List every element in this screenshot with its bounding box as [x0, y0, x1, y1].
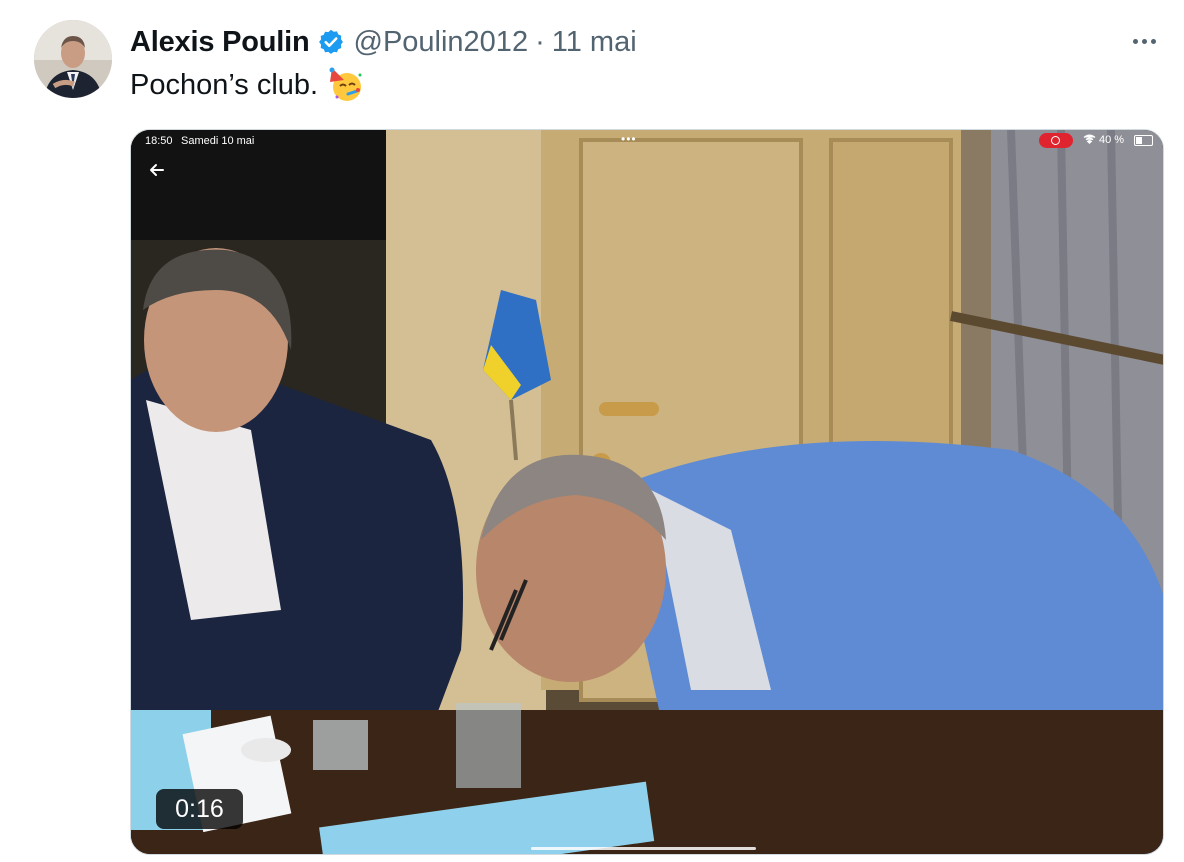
more-options-icon[interactable]	[1126, 26, 1162, 56]
status-date: Samedi 10 mai	[181, 135, 255, 147]
status-dots: •••	[621, 132, 637, 146]
back-arrow-icon	[147, 160, 167, 180]
tweet-card[interactable]: Alexis Poulin @Poulin2012 · 11 mai Pocho…	[0, 0, 1184, 862]
verified-badge-icon[interactable]	[317, 28, 345, 56]
tweet-body: Pochon’s club.	[130, 68, 319, 101]
battery-icon	[1134, 135, 1153, 146]
tweet-text: Pochon’s club.	[130, 66, 364, 104]
author-handle[interactable]: @Poulin2012	[354, 26, 529, 59]
author-display-name[interactable]: Alexis Poulin	[130, 26, 310, 59]
party-face-emoji-icon	[326, 66, 364, 104]
wifi-icon	[1083, 134, 1096, 147]
video-player[interactable]: 18:50 Samedi 10 mai ••• 40 % 0:16	[130, 129, 1164, 855]
video-duration-badge: 0:16	[156, 789, 243, 829]
author-avatar[interactable]	[34, 20, 112, 98]
recording-icon	[1039, 133, 1073, 148]
video-progress-bar[interactable]	[531, 847, 756, 850]
battery-percent: 40 %	[1099, 134, 1125, 146]
tweet-header: Alexis Poulin @Poulin2012 · 11 mai	[130, 22, 637, 62]
video-status-bar: 18:50 Samedi 10 mai ••• 40 %	[131, 130, 1163, 152]
video-frame	[131, 130, 1163, 854]
tweet-timestamp[interactable]: 11 mai	[552, 26, 637, 59]
status-time: 18:50	[145, 135, 173, 147]
header-separator: ·	[535, 25, 545, 58]
